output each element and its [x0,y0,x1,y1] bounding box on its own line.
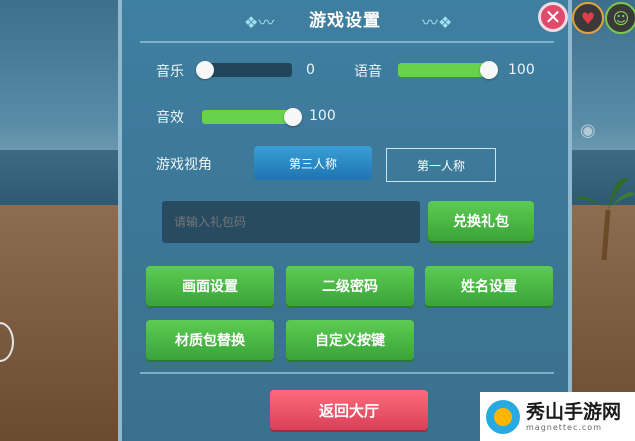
texture-pack-button[interactable]: 材质包替换 [146,320,274,360]
watermark-title: 秀山手游网 [526,401,622,423]
music-slider[interactable] [196,61,292,79]
sfx-label: 音效 [156,110,184,126]
secondary-password-button[interactable]: 二级密码 [286,266,414,306]
smile-icon[interactable]: ☺ [605,2,635,34]
music-slider-knob[interactable] [196,61,214,79]
custom-keys-button[interactable]: 自定义按键 [286,320,414,360]
redeem-gift-button[interactable]: 兑换礼包 [428,201,534,241]
voice-label: 语音 [354,64,382,80]
camera-first-person-button[interactable]: 第一人称 [386,148,496,182]
watermark-subtitle: magnettec.com [526,423,602,432]
voice-slider[interactable] [398,61,498,79]
name-settings-button[interactable]: 姓名设置 [425,266,553,306]
eye-icon[interactable]: ◉ [580,120,608,141]
close-icon[interactable]: ✕ [538,2,568,32]
gift-code-input[interactable] [162,201,420,243]
sfx-value: 100 [309,108,336,124]
panel-title: 游戏设置 [309,11,381,31]
header-divider [140,41,554,43]
panel-header: ❖〰 游戏设置 〰❖ [122,0,568,40]
footer-divider [140,372,554,374]
settings-panel: ❖〰 游戏设置 〰❖ 音乐 0 语音 100 音效 100 游戏视角 第三人称 … [118,0,572,441]
music-value: 0 [306,62,315,78]
watermark-logo-icon [486,399,520,434]
palm-tree-decoration [574,177,635,260]
voice-value: 100 [508,62,535,78]
heart-icon[interactable]: ♥ [572,2,604,34]
camera-label: 游戏视角 [156,157,212,173]
sfx-slider-knob[interactable] [284,108,302,126]
voice-slider-knob[interactable] [480,61,498,79]
watermark: 秀山手游网 magnettec.com [480,392,635,441]
graphics-settings-button[interactable]: 画面设置 [146,266,274,306]
ornament-right-icon: 〰❖ [422,13,453,32]
music-label: 音乐 [156,64,184,80]
camera-third-person-button[interactable]: 第三人称 [254,146,372,180]
back-to-lobby-button[interactable]: 返回大厅 [270,390,428,430]
sfx-slider[interactable] [202,108,302,126]
